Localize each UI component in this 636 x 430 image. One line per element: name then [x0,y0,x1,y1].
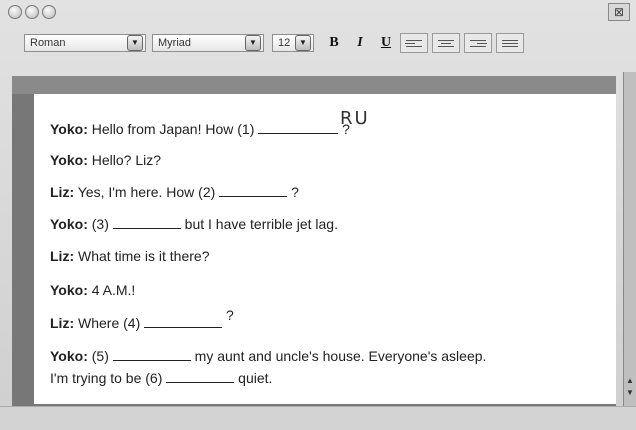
speaker-label: Liz: [50,248,75,264]
ruler-band [12,76,616,94]
size-select[interactable]: 12 ▼ [272,34,314,52]
answer-blank-2[interactable] [219,184,288,197]
answer-blank-1[interactable] [258,121,339,134]
justify-button[interactable] [496,33,524,53]
dialog-text: (3) [91,216,109,232]
dialog-text-after: ? [291,184,299,200]
speaker-label: Liz: [50,184,75,200]
chevron-down-icon: ▼ [295,35,311,51]
window-controls [8,5,56,19]
dialog-text: 4 A.M.! [91,282,136,298]
speaker-label: Liz: [50,315,75,331]
align-right-button[interactable] [464,33,492,53]
speaker-label: Yoko: [50,348,88,364]
scroll-down-icon[interactable]: ▼ [625,388,635,398]
close-window-icon[interactable] [8,5,22,19]
align-center-button[interactable] [432,33,460,53]
dialog-text: Where (4) [78,315,141,331]
speaker-label: Yoko: [50,121,88,137]
handwritten-answer: RU [340,108,370,129]
minimize-window-icon[interactable] [25,5,39,19]
answer-blank-5[interactable] [112,348,191,361]
answer-blank-3[interactable] [112,216,181,229]
align-left-button[interactable] [400,33,428,53]
vertical-scrollbar[interactable]: ▲ ▼ [623,72,636,408]
dialog-text-after: quiet. [238,370,273,386]
dialog-line-7: Liz: Where (4) ? [50,307,234,331]
dialog-line-2: Yoko: Hello? Liz? [50,152,161,168]
font-select[interactable]: Myriad ▼ [152,34,264,52]
dialog-text-after: ? [226,307,234,323]
dialog-text-after: my aunt and uncle's house. Everyone's as… [194,348,487,364]
style-select-value: Roman [30,37,66,49]
dialog-text: (5) [91,348,109,364]
speaker-label: Yoko: [50,282,88,298]
chevron-down-icon: ▼ [127,35,143,51]
speaker-label: Yoko: [50,216,88,232]
editor-window: ⊠ Roman ▼ Myriad ▼ 12 ▼ B I U ▲ ▼ Yoko: … [0,0,636,430]
dialog-line-5: Liz: What time is it there? [50,248,210,264]
dialog-text-after: but I have terrible jet lag. [184,216,338,232]
dialog-line-3: Liz: Yes, I'm here. How (2) ? [50,184,299,200]
scroll-up-icon[interactable]: ▲ [625,376,635,386]
dialog-line-8: Yoko: (5) my aunt and uncle's house. Eve… [50,348,486,364]
answer-blank-6[interactable] [166,370,235,383]
status-bar [0,406,636,430]
bold-button[interactable]: B [324,35,344,51]
font-select-value: Myriad [158,37,192,49]
dialog-line-9: I'm trying to be (6) quiet. [50,370,272,386]
italic-button[interactable]: I [350,35,370,51]
dialog-text: Hello? Liz? [91,152,162,168]
format-toolbar: Roman ▼ Myriad ▼ 12 ▼ B I U [24,33,524,53]
style-select[interactable]: Roman ▼ [24,34,146,52]
dialog-text: What time is it there? [78,248,210,264]
dialog-line-1: Yoko: Hello from Japan! How (1) ? [50,121,350,137]
chevron-down-icon: ▼ [245,35,261,51]
speaker-label: Yoko: [50,152,88,168]
collapse-icon[interactable]: ⊠ [608,3,630,21]
dialog-text: I'm trying to be (6) [50,370,163,386]
underline-button[interactable]: U [376,35,396,51]
size-select-value: 12 [278,37,291,49]
dialog-text: Hello from Japan! How (1) [91,121,255,137]
zoom-window-icon[interactable] [42,5,56,19]
dialog-line-6: Yoko: 4 A.M.! [50,282,135,298]
answer-blank-4[interactable] [144,315,223,328]
dialog-line-4: Yoko: (3) but I have terrible jet lag. [50,216,338,232]
dialog-text: Yes, I'm here. How (2) [77,184,216,200]
